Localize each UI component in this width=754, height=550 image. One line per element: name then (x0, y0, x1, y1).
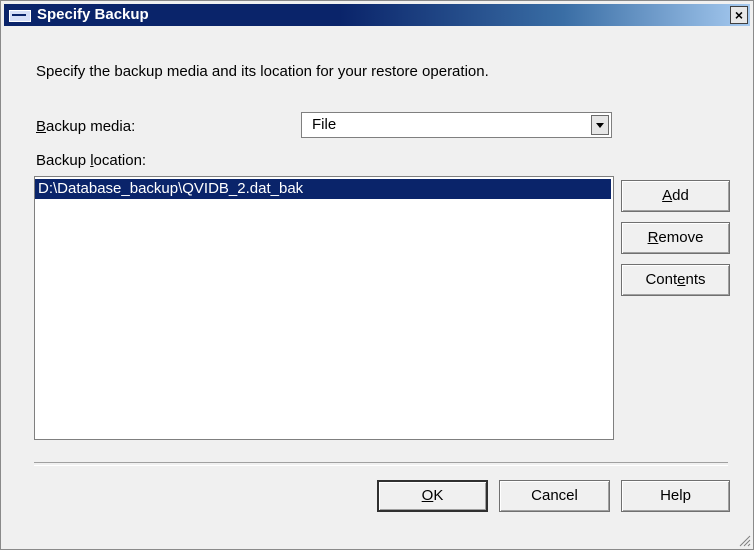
add-button[interactable]: Add (621, 180, 730, 212)
ok-button[interactable]: OK (377, 480, 488, 512)
chevron-down-icon[interactable] (591, 115, 609, 135)
window-icon (9, 10, 31, 22)
divider (34, 462, 728, 466)
contents-button[interactable]: Contents (621, 264, 730, 296)
backup-location-label: Backup location: (36, 152, 147, 169)
help-button[interactable]: Help (621, 480, 730, 512)
backup-media-label: Backup media: (36, 118, 136, 135)
backup-location-list[interactable]: D:\Database_backup\QVIDB_2.dat_bak (34, 176, 614, 440)
remove-button[interactable]: Remove (621, 222, 730, 254)
backup-media-select[interactable]: File (301, 112, 612, 138)
title-bar[interactable]: Specify Backup × (4, 4, 750, 26)
specify-backup-dialog: Specify Backup × Specify the backup medi… (0, 0, 754, 550)
list-item[interactable]: D:\Database_backup\QVIDB_2.dat_bak (35, 179, 611, 199)
instruction-text: Specify the backup media and its locatio… (36, 63, 489, 80)
window-title: Specify Backup (37, 6, 149, 23)
resize-grip-icon[interactable] (737, 533, 751, 547)
close-button[interactable]: × (730, 6, 748, 24)
backup-media-value: File (312, 116, 337, 133)
cancel-button[interactable]: Cancel (499, 480, 610, 512)
